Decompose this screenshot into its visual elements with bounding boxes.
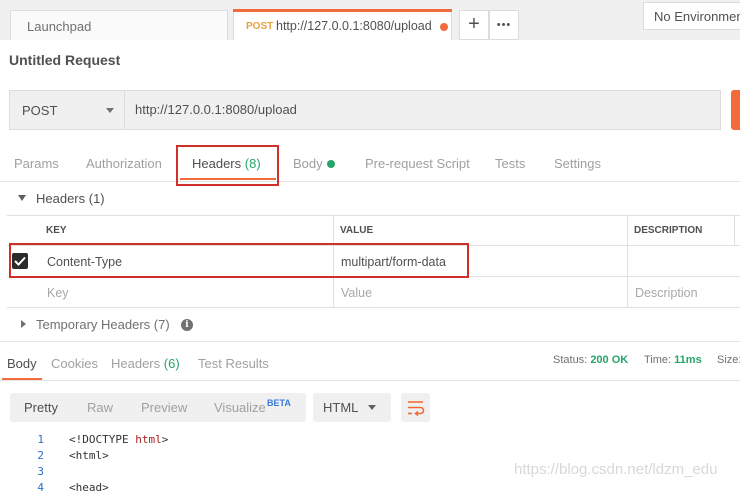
expand-caret-icon[interactable]	[21, 320, 26, 328]
pretty-button[interactable]: Pretty	[24, 400, 58, 415]
code-text: <!DOCTYPE	[69, 433, 136, 446]
active-tab-indicator	[233, 9, 452, 12]
table-header-row: KEY VALUE DESCRIPTION	[7, 215, 740, 246]
request-title[interactable]: Untitled Request	[9, 52, 120, 68]
watermark-text: https://blog.csdn.net/ldzm_edu	[514, 461, 718, 478]
key-placeholder-input[interactable]: Key	[47, 286, 69, 300]
tab-settings[interactable]: Settings	[554, 156, 601, 171]
line-number: 4	[37, 481, 44, 494]
chevron-down-icon	[368, 405, 376, 410]
preview-button[interactable]: Preview	[141, 400, 187, 415]
response-tab-body[interactable]: Body	[7, 356, 37, 371]
line-number: 1	[37, 433, 44, 446]
column-key-header: KEY	[46, 225, 67, 236]
language-value: HTML	[323, 400, 359, 415]
response-tab-cookies[interactable]: Cookies	[51, 356, 98, 371]
time-value: 11ms	[674, 354, 702, 366]
response-tab-test-results[interactable]: Test Results	[198, 356, 269, 371]
tab-pre-request-script[interactable]: Pre-request Script	[365, 156, 470, 171]
divider	[0, 380, 740, 381]
environment-select[interactable]: No Environment	[643, 2, 740, 30]
line-number: 3	[37, 465, 44, 478]
value-placeholder-input[interactable]: Value	[341, 286, 372, 300]
highlight-box-content-type-row	[9, 243, 469, 278]
unsaved-dot-icon	[440, 23, 448, 31]
column-description-header: DESCRIPTION	[634, 225, 703, 236]
response-headers-count: (6)	[163, 356, 180, 371]
column-divider	[627, 215, 628, 308]
more-tabs-button[interactable]: •••	[489, 10, 519, 40]
highlight-box-headers-tab	[176, 145, 279, 186]
send-button[interactable]	[731, 90, 740, 130]
visualize-button[interactable]: Visualize	[214, 400, 266, 415]
chevron-down-icon	[106, 108, 114, 113]
line-number: 2	[37, 449, 44, 462]
code-keyword: html	[135, 433, 162, 446]
status-readout: Status: 200 OK	[553, 354, 628, 366]
tab-url-label: http://127.0.0.1:8080/upload	[276, 19, 432, 33]
code-line: <head>	[69, 481, 109, 494]
beta-badge: BETA	[267, 398, 291, 408]
method-select[interactable]: POST	[9, 90, 125, 130]
code-line: <html>	[69, 449, 109, 462]
divider	[0, 181, 740, 182]
tab-launchpad[interactable]: Launchpad	[10, 10, 228, 40]
tab-body[interactable]: Body	[293, 156, 323, 171]
body-indicator-dot-icon	[327, 160, 335, 168]
time-label: Time:	[644, 354, 672, 366]
tab-params[interactable]: Params	[14, 156, 59, 171]
status-label: Status:	[553, 354, 588, 366]
tab-authorization[interactable]: Authorization	[86, 156, 162, 171]
new-tab-button[interactable]: +	[459, 10, 489, 40]
response-tab-headers[interactable]: Headers (6)	[111, 356, 180, 371]
divider	[0, 341, 740, 342]
tab-tests[interactable]: Tests	[495, 156, 525, 171]
tab-upload-request[interactable]: POST http://127.0.0.1:8080/upload	[233, 9, 452, 40]
tab-launchpad-label: Launchpad	[27, 19, 92, 34]
column-value-header: VALUE	[340, 225, 374, 236]
code-line: <!DOCTYPE html>	[69, 433, 168, 446]
table-row-empty: Key Value Description	[7, 276, 740, 308]
url-input[interactable]: http://127.0.0.1:8080/upload	[125, 90, 721, 130]
size-label[interactable]: Size:	[717, 354, 740, 366]
time-readout[interactable]: Time: 11ms	[644, 354, 702, 366]
wrap-lines-icon	[408, 401, 425, 417]
code-text: >	[161, 433, 169, 446]
headers-section-title[interactable]: Headers (1)	[36, 191, 105, 206]
method-value: POST	[22, 103, 58, 118]
response-tab-headers-label: Headers	[111, 356, 161, 371]
language-select[interactable]: HTML	[313, 393, 391, 422]
status-value: 200 OK	[590, 354, 629, 366]
raw-button[interactable]: Raw	[87, 400, 113, 415]
tab-method-badge: POST	[246, 21, 274, 32]
temporary-headers-title[interactable]: Temporary Headers (7)	[36, 317, 170, 332]
info-icon[interactable]: i	[181, 319, 193, 331]
collapse-caret-icon[interactable]	[18, 195, 26, 201]
column-divider	[734, 215, 735, 246]
description-placeholder-input[interactable]: Description	[635, 286, 698, 300]
wrap-lines-button[interactable]	[401, 393, 430, 422]
